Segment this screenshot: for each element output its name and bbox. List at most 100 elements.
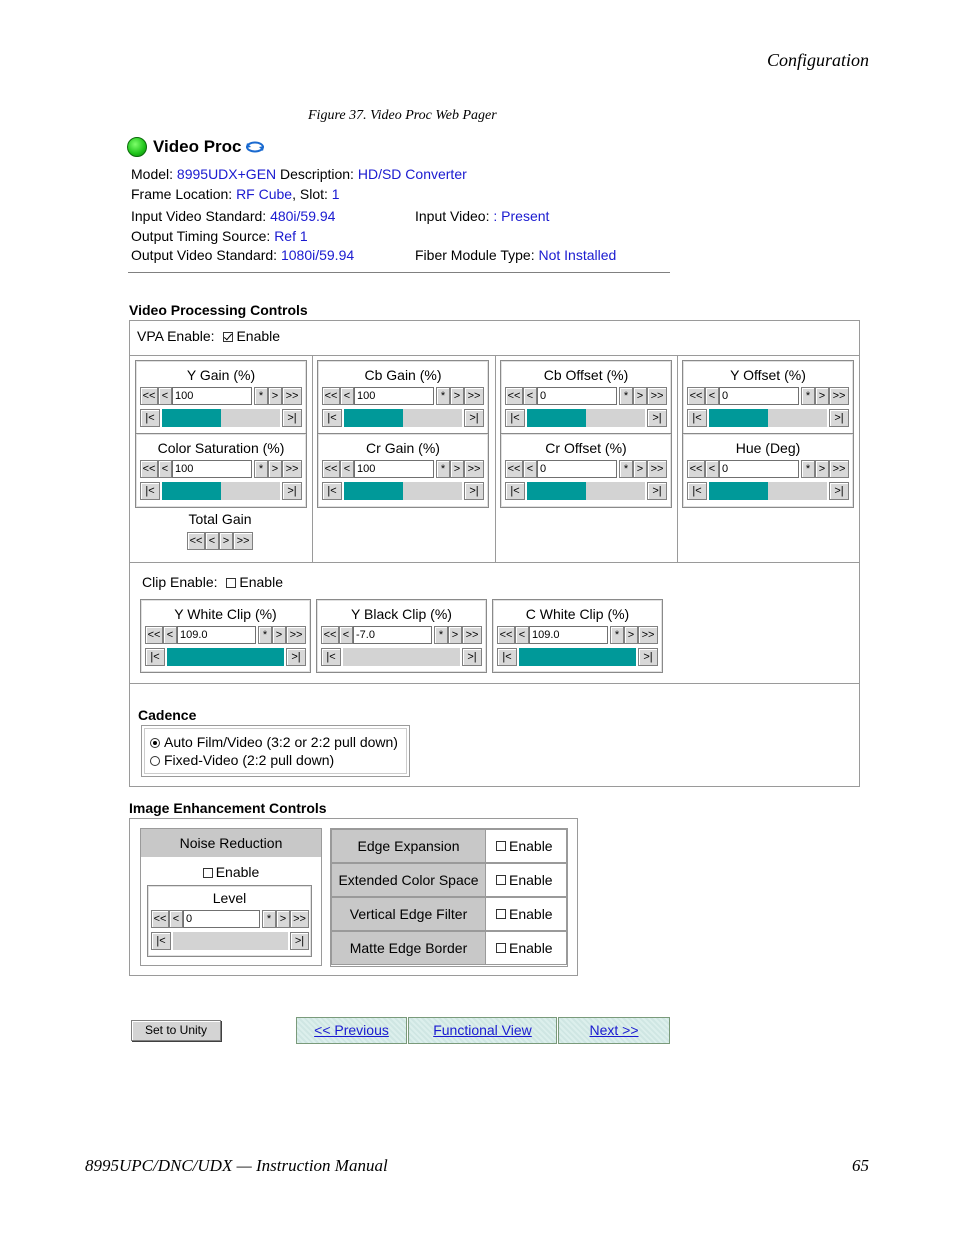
cb-gain-ff-back-button[interactable]: << xyxy=(322,387,340,405)
noise-level-min-button[interactable]: |< xyxy=(151,932,171,950)
y-white-clip-back-button[interactable]: < xyxy=(163,626,177,644)
noise-level-back-button[interactable]: < xyxy=(169,910,183,928)
cr-gain-max-button[interactable]: >| xyxy=(464,482,484,500)
cb-gain-max-button[interactable]: >| xyxy=(464,409,484,427)
radio-selected-icon[interactable] xyxy=(150,738,160,748)
hue-value-input[interactable]: 0 xyxy=(719,460,799,478)
color-saturation-value-input[interactable]: 100 xyxy=(172,460,252,478)
frame-value[interactable]: RF Cube xyxy=(236,186,292,202)
checkbox-icon[interactable] xyxy=(202,868,213,878)
noise-level-max-button[interactable]: >| xyxy=(290,932,309,950)
cadence-option-auto[interactable]: Auto Film/Video (3:2 or 2:2 pull down) xyxy=(150,734,398,750)
refresh-icon[interactable] xyxy=(245,140,265,154)
y-offset-max-button[interactable]: >| xyxy=(829,409,849,427)
vertical-edge-filter-enable[interactable]: Enable xyxy=(485,897,567,931)
hue-star-button[interactable]: * xyxy=(801,460,815,478)
extended-color-space-enable[interactable]: Enable xyxy=(485,863,567,897)
color-saturation-min-button[interactable]: |< xyxy=(140,482,160,500)
c-white-clip-ff-back-button[interactable]: << xyxy=(497,626,515,644)
total-gain-ff-back-button[interactable]: << xyxy=(187,532,205,550)
noise-level-input[interactable]: 0 xyxy=(183,910,260,928)
color-saturation-ff-back-button[interactable]: << xyxy=(140,460,158,478)
c-white-clip-ff-fwd-button[interactable]: >> xyxy=(638,626,658,644)
c-white-clip-back-button[interactable]: < xyxy=(515,626,529,644)
color-saturation-slider[interactable] xyxy=(162,482,280,500)
cr-offset-slider[interactable] xyxy=(527,482,645,500)
cb-offset-min-button[interactable]: |< xyxy=(505,409,525,427)
cb-gain-slider[interactable] xyxy=(344,409,462,427)
y-white-clip-star-button[interactable]: * xyxy=(258,626,272,644)
hue-ff-back-button[interactable]: << xyxy=(687,460,705,478)
y-gain-ff-back-button[interactable]: << xyxy=(140,387,158,405)
y-offset-min-button[interactable]: |< xyxy=(687,409,707,427)
hue-back-button[interactable]: < xyxy=(705,460,719,478)
y-gain-star-button[interactable]: * xyxy=(254,387,268,405)
y-black-clip-slider[interactable] xyxy=(343,648,460,666)
cb-offset-star-button[interactable]: * xyxy=(619,387,633,405)
cb-offset-ff-fwd-button[interactable]: >> xyxy=(647,387,667,405)
checkbox-icon[interactable] xyxy=(496,875,506,885)
hue-fwd-button[interactable]: > xyxy=(815,460,829,478)
y-offset-value-input[interactable]: 0 xyxy=(719,387,799,405)
cb-gain-min-button[interactable]: |< xyxy=(322,409,342,427)
y-black-clip-max-button[interactable]: >| xyxy=(462,648,482,666)
matte-edge-border-enable[interactable]: Enable xyxy=(485,931,567,965)
cr-gain-ff-fwd-button[interactable]: >> xyxy=(464,460,484,478)
cr-gain-ff-back-button[interactable]: << xyxy=(322,460,340,478)
noise-level-slider[interactable] xyxy=(173,932,288,950)
y-offset-ff-fwd-button[interactable]: >> xyxy=(829,387,849,405)
noise-level-fwd-button[interactable]: > xyxy=(276,910,290,928)
y-gain-slider[interactable] xyxy=(162,409,280,427)
y-white-clip-ff-back-button[interactable]: << xyxy=(145,626,163,644)
color-saturation-fwd-button[interactable]: > xyxy=(268,460,282,478)
cb-gain-value-input[interactable]: 100 xyxy=(354,387,434,405)
slot-value[interactable]: 1 xyxy=(332,186,340,202)
y-black-clip-back-button[interactable]: < xyxy=(339,626,353,644)
cb-offset-max-button[interactable]: >| xyxy=(647,409,667,427)
cr-offset-ff-fwd-button[interactable]: >> xyxy=(647,460,667,478)
hue-ff-fwd-button[interactable]: >> xyxy=(829,460,849,478)
cr-gain-fwd-button[interactable]: > xyxy=(450,460,464,478)
y-black-clip-ff-fwd-button[interactable]: >> xyxy=(462,626,482,644)
total-gain-back-button[interactable]: < xyxy=(205,532,219,550)
y-white-clip-slider[interactable] xyxy=(167,648,284,666)
y-gain-max-button[interactable]: >| xyxy=(282,409,302,427)
y-black-clip-fwd-button[interactable]: > xyxy=(448,626,462,644)
vpa-enable-checkbox[interactable]: Enable xyxy=(223,328,280,344)
cb-gain-ff-fwd-button[interactable]: >> xyxy=(464,387,484,405)
color-saturation-max-button[interactable]: >| xyxy=(282,482,302,500)
c-white-clip-min-button[interactable]: |< xyxy=(497,648,517,666)
y-black-clip-ff-back-button[interactable]: << xyxy=(321,626,339,644)
y-offset-fwd-button[interactable]: > xyxy=(815,387,829,405)
y-offset-ff-back-button[interactable]: << xyxy=(687,387,705,405)
checkbox-icon[interactable] xyxy=(226,578,237,588)
checkbox-icon[interactable] xyxy=(496,841,506,851)
hue-max-button[interactable]: >| xyxy=(829,482,849,500)
cb-gain-back-button[interactable]: < xyxy=(340,387,354,405)
color-saturation-ff-fwd-button[interactable]: >> xyxy=(282,460,302,478)
cb-offset-fwd-button[interactable]: > xyxy=(633,387,647,405)
cr-offset-max-button[interactable]: >| xyxy=(647,482,667,500)
c-white-clip-star-button[interactable]: * xyxy=(610,626,624,644)
cb-gain-fwd-button[interactable]: > xyxy=(450,387,464,405)
y-white-clip-min-button[interactable]: |< xyxy=(145,648,165,666)
cb-offset-back-button[interactable]: < xyxy=(523,387,537,405)
y-gain-fwd-button[interactable]: > xyxy=(268,387,282,405)
cr-gain-star-button[interactable]: * xyxy=(436,460,450,478)
y-white-clip-ff-fwd-button[interactable]: >> xyxy=(286,626,306,644)
y-white-clip-fwd-button[interactable]: > xyxy=(272,626,286,644)
cr-gain-min-button[interactable]: |< xyxy=(322,482,342,500)
c-white-clip-fwd-button[interactable]: > xyxy=(624,626,638,644)
radio-icon[interactable] xyxy=(150,756,160,766)
noise-level-star-button[interactable]: * xyxy=(262,910,276,928)
cr-offset-min-button[interactable]: |< xyxy=(505,482,525,500)
cr-offset-star-button[interactable]: * xyxy=(619,460,633,478)
cb-offset-value-input[interactable]: 0 xyxy=(537,387,617,405)
cr-offset-ff-back-button[interactable]: << xyxy=(505,460,523,478)
next-button[interactable]: Next >> xyxy=(558,1017,670,1044)
c-white-clip-max-button[interactable]: >| xyxy=(638,648,658,666)
noise-level-ff-fwd-button[interactable]: >> xyxy=(290,910,309,928)
y-offset-back-button[interactable]: < xyxy=(705,387,719,405)
y-black-clip-star-button[interactable]: * xyxy=(434,626,448,644)
cr-gain-back-button[interactable]: < xyxy=(340,460,354,478)
